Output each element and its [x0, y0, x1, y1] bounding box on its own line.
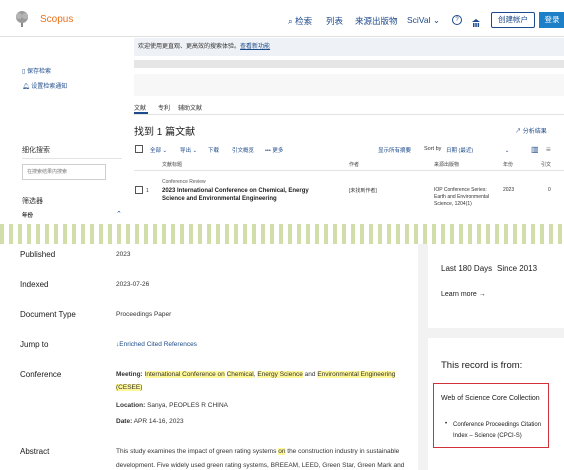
conference-label: Conference	[20, 370, 62, 379]
meeting-line: Meeting: International Conference on Che…	[116, 371, 396, 378]
year-value: 2023	[503, 187, 515, 193]
blurred-area	[134, 74, 564, 96]
enriched-refs-link[interactable]: ↓Enriched Cited References	[116, 341, 197, 348]
tab-patents[interactable]: 专利	[158, 103, 170, 112]
indexed-label: Indexed	[20, 280, 49, 289]
col-title: 文献标题	[162, 162, 183, 168]
published-label: Published	[20, 250, 56, 259]
blurred-bar	[134, 60, 564, 68]
col-cited: 引文	[541, 162, 552, 168]
results-count: 找到 1 篇文献	[134, 127, 196, 138]
learn-more-link[interactable]: Learn more →	[441, 291, 486, 298]
year-filter-label: 年份	[22, 213, 34, 219]
grid-view-icon[interactable]: ≡	[546, 145, 551, 154]
analyze-results-link[interactable]: ↗ 分析结果	[515, 126, 547, 135]
register-button[interactable]: 创建帐户	[491, 12, 535, 28]
col-year: 年份	[503, 162, 514, 168]
record-from-title: This record is from:	[441, 360, 523, 371]
jump-label: Jump to	[20, 340, 49, 349]
indexed-value: 2023-07-26	[116, 281, 150, 288]
abstract-label: Abstract	[20, 447, 50, 456]
help-icon[interactable]: ?	[452, 15, 462, 25]
document-type: Conference Review	[162, 179, 206, 185]
select-all-checkbox[interactable]	[135, 145, 143, 153]
nav-sources[interactable]: 来源出版物	[355, 15, 398, 27]
bell-icon: 🔔︎	[22, 84, 30, 90]
citation-index: Conference Proceedings Citation Index – …	[453, 422, 542, 439]
document-title-link[interactable]: 2023 International Conference on Chemica…	[162, 187, 332, 203]
export-dropdown[interactable]: 导出 ⌄	[180, 146, 197, 154]
chevron-down-icon: ⌄	[432, 15, 440, 25]
last-180-label: Last 180 Days	[441, 264, 493, 273]
all-dropdown[interactable]: 全部 ⌄	[150, 146, 167, 154]
announcement-banner: 欢迎使用更直观、更高效的搜索体验。查看新功能	[134, 38, 564, 56]
authors-value: [未找到作者]	[349, 188, 377, 194]
wos-collection: Web of Science Core Collection	[441, 395, 540, 402]
abstract-line-2: development. Five widely used green rati…	[116, 462, 405, 469]
doctype-label: Document Type	[20, 310, 76, 319]
col-source: 来源出版物	[434, 162, 460, 168]
record-detail-card	[0, 244, 418, 470]
doctype-value: Proceedings Paper	[116, 311, 172, 318]
more-button[interactable]: ••• 更多	[265, 146, 283, 154]
sort-dropdown[interactable]: 日期 (最近) ⌄	[446, 146, 509, 154]
tab-documents[interactable]: 文献	[134, 103, 146, 112]
meeting-acronym: (CESEE)	[116, 384, 143, 391]
elsevier-logo-icon	[12, 10, 32, 28]
col-authors: 作者	[349, 162, 360, 168]
bullet-icon: •	[445, 421, 448, 427]
filters-heading: 筛选器	[22, 198, 43, 205]
nav-lists[interactable]: 列表	[326, 15, 343, 27]
location-line: Location: Sanya, PEOPLES R CHINA	[116, 402, 228, 409]
row-checkbox[interactable]	[135, 186, 143, 194]
arrow-right-icon: →	[478, 291, 486, 298]
set-alert-link[interactable]: 🔔︎ 设置检索通知	[22, 81, 67, 90]
list-view-icon[interactable]: ▥	[531, 145, 539, 154]
search-within-input[interactable]: 在搜索结果内搜索	[22, 164, 106, 180]
refine-heading: 细化搜索	[22, 147, 50, 154]
more-icon: •••	[265, 148, 271, 154]
published-value: 2023	[116, 251, 131, 258]
show-abstracts-link[interactable]: 显示所有摘要	[378, 146, 411, 154]
scopus-panel: Scopus ⌕ 检索 列表 来源出版物 SciVal ⌄ ? 创建帐户 登录 …	[0, 0, 564, 228]
cited-value: 0	[548, 187, 551, 193]
abstract-line-1: This study examines the impact of green …	[116, 448, 400, 455]
search-icon: ⌕	[288, 16, 293, 26]
save-search-link[interactable]: ▯ 保存检索	[22, 66, 51, 75]
row-index: 1	[146, 188, 149, 194]
download-button[interactable]: 下载	[208, 146, 219, 154]
usage-card	[428, 244, 564, 328]
chevron-up-icon[interactable]: ⌃	[116, 210, 122, 218]
wos-panel: Published 2023 Indexed 2023-07-26 Docume…	[0, 244, 564, 470]
whats-new-link[interactable]: 查看新功能	[240, 44, 270, 50]
date-line: Date: APR 14-16, 2023	[116, 418, 184, 425]
bookmark-icon: ▯	[22, 69, 26, 75]
brand-name[interactable]: Scopus	[40, 14, 73, 25]
nav-scival[interactable]: SciVal ⌄	[407, 15, 440, 26]
institution-icon[interactable]	[471, 15, 481, 33]
sort-label: Sort by	[424, 146, 442, 152]
nav-search[interactable]: ⌕ 检索	[288, 15, 312, 27]
citation-overview-button[interactable]: 引文概览	[232, 146, 254, 154]
login-button[interactable]: 登录	[539, 12, 564, 28]
since-2013-label: Since 2013	[497, 264, 538, 273]
source-value: IOP Conference Series: Earth and Environ…	[434, 187, 490, 207]
chart-icon: ↗	[515, 129, 522, 135]
tab-secondary[interactable]: 辅助文献	[178, 103, 202, 112]
